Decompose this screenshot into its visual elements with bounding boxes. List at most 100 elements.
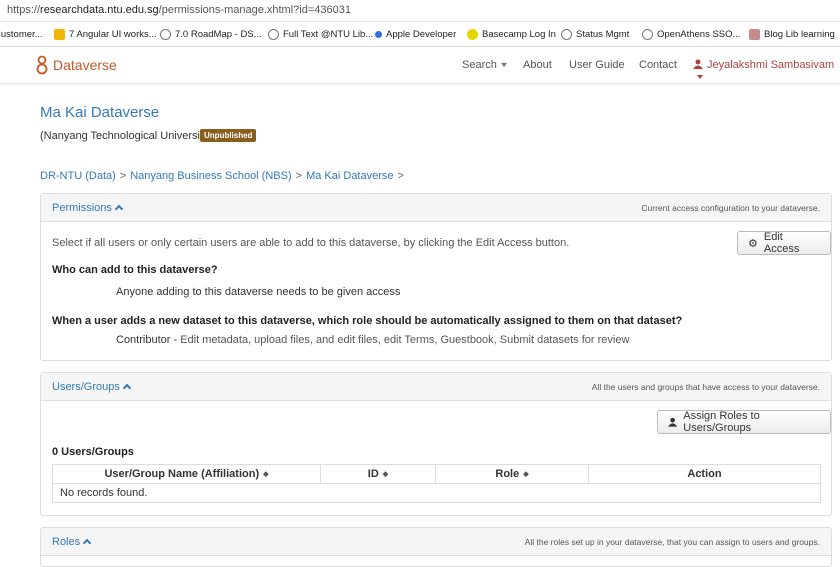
table-row: No records found. [52, 483, 821, 503]
bookmarks-bar: Customer... 7 Angular UI works... 7.0 Ro… [0, 22, 840, 47]
bookmark-status[interactable]: Status Mgmt [561, 29, 629, 40]
bookmark-fulltext[interactable]: Full Text @NTU Lib... [268, 29, 373, 40]
sort-icon: ◆ [263, 471, 269, 479]
breadcrumb-item[interactable]: Nanyang Business School (NBS) [130, 170, 291, 182]
breadcrumb-item[interactable]: DR-NTU (Data) [40, 170, 116, 182]
address-bar[interactable]: https://researchdata.ntu.edu.sg/permissi… [0, 0, 840, 22]
chevron-up-icon [82, 538, 92, 548]
globe-icon [160, 29, 171, 40]
bookmark-blog[interactable]: Blog Lib learning [749, 29, 835, 40]
user-name: Jeyalakshmi Sambasivam [707, 59, 835, 71]
users-groups-count: 0 Users/Groups [52, 446, 134, 458]
assign-roles-button[interactable]: Assign Roles to Users/Groups [657, 410, 831, 434]
chevron-up-icon [122, 383, 132, 393]
roles-panel-header[interactable]: Roles All the roles set up in your datav… [41, 528, 831, 556]
column-label: User/Group Name (Affiliation) [104, 468, 260, 480]
caret-down-icon [500, 63, 507, 68]
permissions-note: Current access configuration to your dat… [641, 203, 820, 213]
status-badge: Unpublished [200, 129, 257, 142]
assign-roles-label: Assign Roles to Users/Groups [683, 410, 760, 434]
column-label: Role [495, 468, 520, 480]
user-icon [668, 417, 678, 427]
bookmark-angular[interactable]: 7 Angular UI works... [54, 29, 157, 40]
users-groups-panel: Users/Groups All the users and groups th… [40, 372, 832, 516]
breadcrumb-separator: > [119, 170, 127, 182]
caret-down-icon [697, 75, 703, 80]
nav-user-guide[interactable]: User Guide [569, 59, 625, 71]
table-header-row: User/Group Name (Affiliation) ◆ ID ◆ Role ◆… [52, 464, 821, 484]
nav-about[interactable]: About [523, 59, 552, 71]
edit-access-label: Edit Access [763, 231, 800, 255]
search-label: Search [462, 59, 497, 71]
bookmark-label: OpenAthens SSO... [657, 29, 741, 40]
url-host: researchdata.ntu.edu.sg [40, 4, 159, 16]
dataverse-logo-icon [36, 55, 48, 75]
chevron-up-icon [114, 204, 124, 214]
edit-access-button[interactable]: ⚙ Edit Access [737, 231, 831, 255]
column-header-action: Action [588, 464, 821, 484]
roles-title: Roles [52, 536, 81, 548]
roles-panel: Roles All the roles set up in your datav… [40, 527, 832, 567]
breadcrumb: DR-NTU (Data) > Nanyang Business School (N… [40, 170, 408, 182]
dataverse-title[interactable]: Ma Kai Dataverse [40, 104, 159, 121]
user-menu[interactable]: Jeyalakshmi Sambasivam [693, 59, 840, 83]
bookmark-label: 7.0 RoadMap - DS... [175, 29, 262, 40]
bookmark-label: Blog Lib learning [764, 29, 835, 40]
dataverse-logo[interactable]: Dataverse [36, 55, 117, 75]
breadcrumb-item[interactable]: Ma Kai Dataverse [306, 170, 393, 182]
roles-toggle[interactable]: Roles [52, 536, 92, 548]
users-groups-toggle[interactable]: Users/Groups [52, 381, 132, 393]
globe-icon [642, 29, 653, 40]
column-header-name[interactable]: User/Group Name (Affiliation) ◆ [52, 464, 321, 484]
default-role-name: Contributor [116, 334, 171, 346]
bookmark-openathens[interactable]: OpenAthens SSO... [642, 29, 740, 40]
empty-message: No records found. [52, 483, 821, 503]
breadcrumb-separator: > [295, 170, 303, 182]
users-groups-title: Users/Groups [52, 381, 120, 393]
permissions-panel-header[interactable]: Permissions Current access configuration… [41, 194, 831, 222]
sort-icon: ◆ [382, 471, 389, 479]
basecamp-icon [467, 29, 478, 40]
user-icon [693, 59, 703, 69]
permissions-toggle[interactable]: Permissions [52, 202, 124, 214]
url-path: /permissions-manage.xhtml?id=436031 [158, 4, 351, 16]
default-role-value: Contributor - Edit metadata, upload file… [116, 334, 629, 346]
column-label: ID [367, 468, 379, 480]
nav-contact[interactable]: Contact [639, 59, 677, 71]
default-role-heading: When a user adds a new dataset to this d… [52, 315, 683, 327]
bookmark-label: Customer... [0, 29, 43, 40]
who-can-add-value: Anyone adding to this dataverse needs to… [116, 286, 401, 298]
bookmark-label: 7 Angular UI works... [69, 29, 157, 40]
globe-icon [561, 29, 572, 40]
folder-icon [54, 29, 65, 40]
bookmark-label: Apple Developer [386, 29, 457, 40]
column-header-role[interactable]: Role ◆ [435, 464, 589, 484]
apple-icon [375, 31, 382, 38]
bookmark-label: Full Text @NTU Lib... [283, 29, 374, 40]
top-navbar: Dataverse Search About User Guide Contac… [0, 47, 840, 84]
users-groups-note: All the users and groups that have acces… [591, 382, 820, 392]
bookmark-label: Basecamp Log In [482, 29, 556, 40]
users-groups-panel-header[interactable]: Users/Groups All the users and groups th… [41, 373, 831, 401]
globe-icon [268, 29, 279, 40]
who-can-add-heading: Who can add to this dataverse? [52, 264, 218, 276]
gear-icon: ⚙ [748, 237, 758, 250]
bookmark-icon [749, 29, 760, 40]
bookmark-label: Status Mgmt [576, 29, 630, 40]
bookmark-apple[interactable]: Apple Developer [375, 29, 456, 40]
column-header-id[interactable]: ID ◆ [320, 464, 436, 484]
users-groups-table: User/Group Name (Affiliation) ◆ ID ◆ Role ◆… [52, 464, 821, 503]
bookmark-roadmap[interactable]: 7.0 RoadMap - DS... [160, 29, 262, 40]
bookmark-basecamp[interactable]: Basecamp Log In [467, 29, 556, 40]
permissions-title: Permissions [52, 202, 112, 214]
brand-name: Dataverse [53, 57, 117, 73]
search-dropdown[interactable]: Search [462, 59, 507, 71]
dataverse-affiliation: (Nanyang Technological University) [40, 130, 213, 142]
bookmark-customer[interactable]: Customer... [0, 29, 43, 40]
column-label: Action [687, 468, 722, 480]
permissions-panel: Permissions Current access configuration… [40, 193, 832, 361]
permissions-intro: Select if all users or only certain user… [52, 237, 570, 249]
roles-note: All the roles set up in your dataverse, … [524, 537, 820, 547]
breadcrumb-separator: > [397, 170, 404, 182]
default-role-description: - Edit metadata, upload files, and edit … [170, 334, 630, 346]
